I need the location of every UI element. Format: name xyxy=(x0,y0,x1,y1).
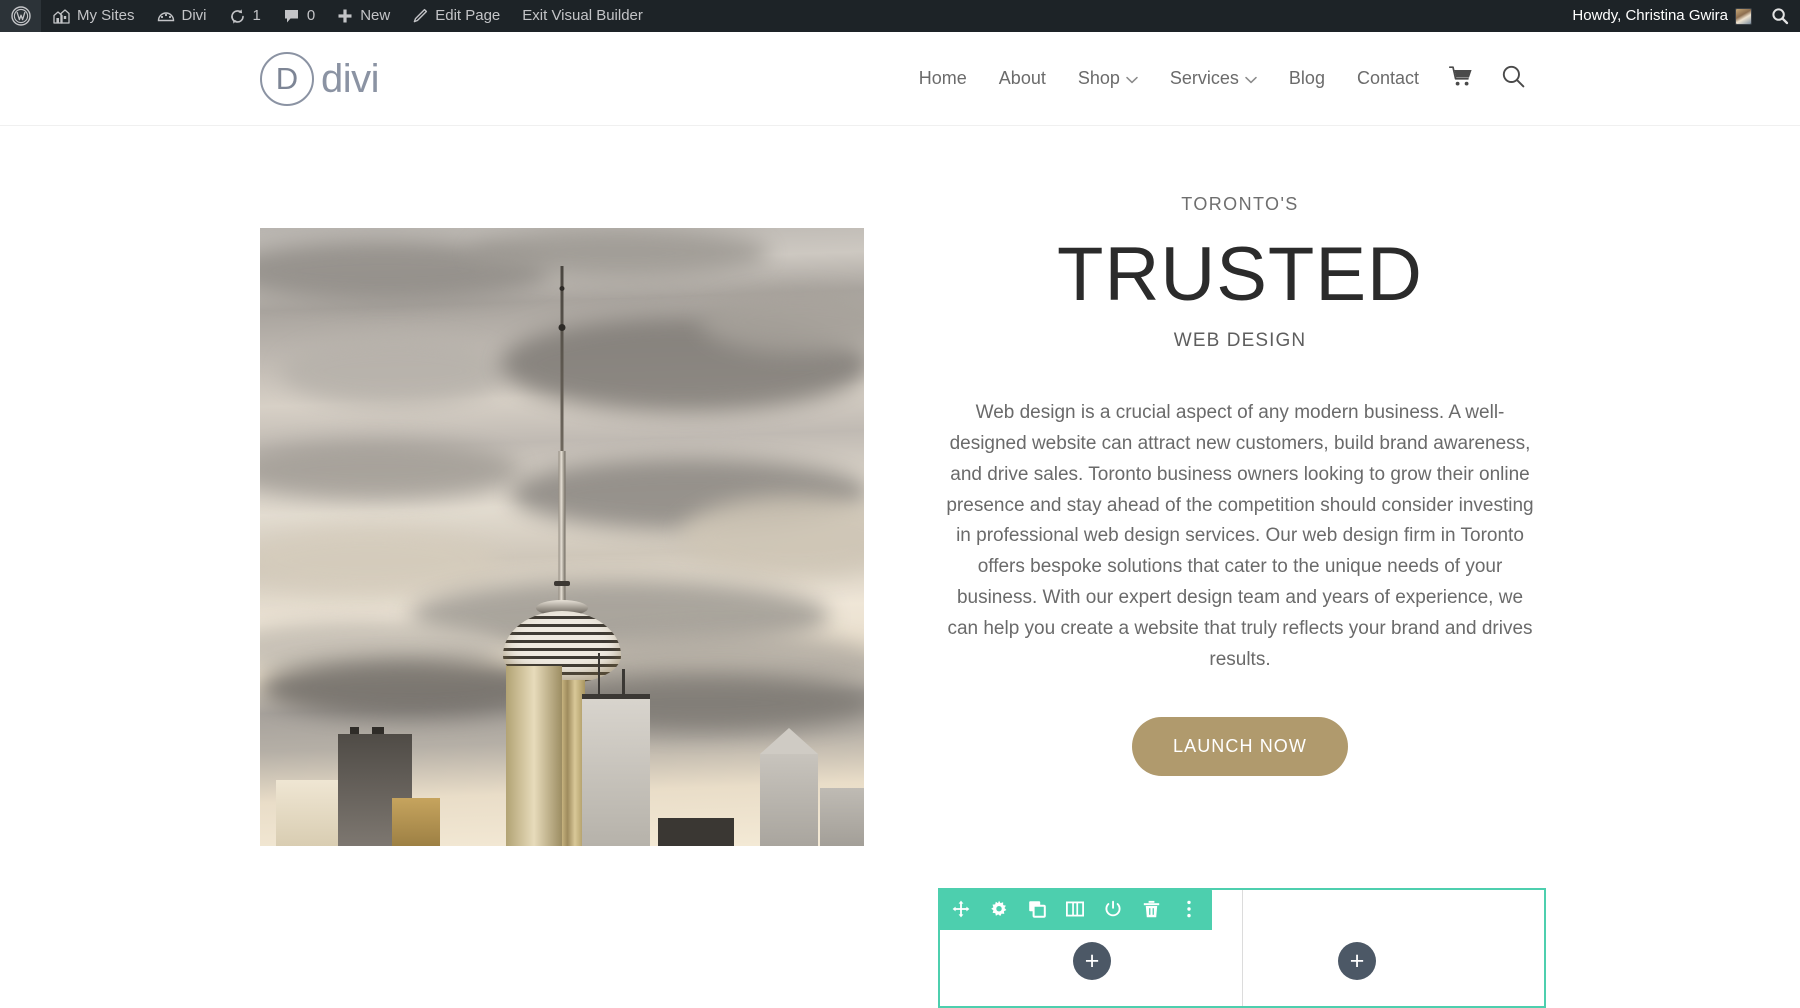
header-search-button[interactable] xyxy=(1487,64,1540,94)
divi-row-toolbar xyxy=(938,888,1212,930)
hero-text-column: TORONTO'S TRUSTED WEB DESIGN Web design … xyxy=(940,194,1540,777)
building xyxy=(506,666,562,846)
comments-icon xyxy=(283,8,300,24)
hero-image-cn-tower xyxy=(260,228,864,846)
admin-bar-right-group: Howdy, Christina Gwira xyxy=(1561,0,1800,32)
admin-bar-new-label: New xyxy=(360,7,391,24)
spire-knob xyxy=(558,324,566,331)
admin-bar-wordpress-logo[interactable] xyxy=(0,0,41,32)
cloud xyxy=(470,228,770,278)
comments-count: 0 xyxy=(306,7,316,24)
nav-item-about[interactable]: About xyxy=(983,68,1062,89)
updates-count: 1 xyxy=(252,7,261,24)
duplicate-row-button[interactable] xyxy=(1027,899,1047,919)
duplicate-icon xyxy=(1028,900,1046,918)
site-logo[interactable]: D divi xyxy=(260,51,380,106)
wordpress-logo-icon xyxy=(11,6,31,26)
nav-label: Home xyxy=(918,68,967,88)
shopping-cart-icon xyxy=(1448,65,1473,92)
chevron-down-icon xyxy=(1245,68,1257,89)
tower-spire xyxy=(560,266,564,451)
nav-label: About xyxy=(998,68,1046,88)
nav-item-shop[interactable]: Shop xyxy=(1062,68,1154,89)
plus-icon xyxy=(337,8,353,24)
move-icon xyxy=(952,900,970,918)
kebab-menu-icon xyxy=(1186,900,1192,918)
search-icon xyxy=(1501,64,1526,94)
admin-bar-comments[interactable]: 0 xyxy=(272,0,326,32)
building xyxy=(392,798,440,846)
admin-bar-updates[interactable]: 1 xyxy=(218,0,272,32)
hero-eyebrow: TORONTO'S xyxy=(1181,194,1299,214)
admin-bar-my-account[interactable]: Howdy, Christina Gwira xyxy=(1561,0,1760,32)
my-sites-icon xyxy=(52,8,70,24)
nav-item-home[interactable]: Home xyxy=(903,68,983,89)
admin-bar-divi-label: Divi xyxy=(181,7,207,24)
avatar xyxy=(1735,7,1752,25)
logo-wordmark: divi xyxy=(321,56,380,101)
cloud xyxy=(280,336,510,406)
divi-dashboard-icon xyxy=(157,8,175,24)
tower-band xyxy=(554,581,570,586)
column-structure-button[interactable] xyxy=(1065,899,1085,919)
move-row-button[interactable] xyxy=(951,899,971,919)
nav-item-services[interactable]: Services xyxy=(1154,68,1273,89)
building xyxy=(658,818,734,846)
disable-row-button[interactable] xyxy=(1103,899,1123,919)
exit-visual-builder-label: Exit Visual Builder xyxy=(522,7,643,24)
building xyxy=(582,653,650,846)
admin-bar-edit-page-label: Edit Page xyxy=(435,7,501,24)
nav-label: Contact xyxy=(1356,68,1419,88)
howdy-label: Howdy, Christina Gwira xyxy=(1572,7,1728,24)
building xyxy=(820,788,864,846)
hero-paragraph: Web design is a crucial aspect of any mo… xyxy=(946,402,1534,670)
columns-icon xyxy=(1066,901,1084,917)
wp-admin-bar: My Sites Divi 1 0 New Edit Page Exit Vis… xyxy=(0,0,1800,32)
gear-icon xyxy=(990,900,1008,918)
admin-bar-left-group: My Sites Divi 1 0 New Edit Page Exit Vis… xyxy=(0,0,654,32)
search-icon xyxy=(1771,7,1789,25)
spire-knob xyxy=(559,286,565,291)
add-module-button-right[interactable]: + xyxy=(1338,942,1376,980)
building xyxy=(760,728,818,846)
nav-item-blog[interactable]: Blog xyxy=(1273,68,1341,89)
more-options-button[interactable] xyxy=(1179,899,1199,919)
delete-row-button[interactable] xyxy=(1141,899,1161,919)
main-navigation: Home About Shop Services Blog Contact xyxy=(903,64,1540,94)
chevron-down-icon xyxy=(1126,68,1138,89)
row-settings-button[interactable] xyxy=(989,899,1009,919)
admin-bar-divi[interactable]: Divi xyxy=(146,0,218,32)
power-icon xyxy=(1104,900,1122,918)
add-module-button-left[interactable]: + xyxy=(1073,942,1111,980)
trash-icon xyxy=(1143,900,1160,918)
add-module-label: + xyxy=(1084,946,1100,975)
page-title: TRUSTED xyxy=(1057,232,1423,317)
admin-bar-my-sites-label: My Sites xyxy=(77,7,135,24)
updates-icon xyxy=(229,8,246,25)
nav-label: Blog xyxy=(1288,68,1325,88)
hero-section: TORONTO'S TRUSTED WEB DESIGN Web design … xyxy=(0,126,1800,1008)
admin-bar-search[interactable] xyxy=(1760,0,1800,32)
cart-button[interactable] xyxy=(1435,65,1487,92)
nav-item-contact[interactable]: Contact xyxy=(1341,68,1435,89)
column-divider xyxy=(1242,890,1243,1006)
divi-builder-row[interactable]: + + xyxy=(938,888,1546,1008)
tower-upper-shaft xyxy=(558,451,566,611)
admin-bar-edit-page[interactable]: Edit Page xyxy=(401,0,511,32)
launch-now-button[interactable]: LAUNCH NOW xyxy=(1131,717,1348,777)
admin-bar-exit-visual-builder[interactable]: Exit Visual Builder xyxy=(511,0,654,32)
pencil-icon xyxy=(412,8,428,24)
add-module-label: + xyxy=(1349,946,1365,975)
nav-label: Services xyxy=(1169,68,1239,88)
admin-bar-new[interactable]: New xyxy=(326,0,401,32)
site-header: D divi Home About Shop Services Blog Con… xyxy=(0,32,1800,126)
admin-bar-my-sites[interactable]: My Sites xyxy=(41,0,146,32)
hero-subhead: WEB DESIGN xyxy=(1173,330,1307,352)
hero-cta-wrapper: LAUNCH NOW xyxy=(940,717,1540,777)
nav-label: Shop xyxy=(1077,68,1120,88)
logo-mark: D xyxy=(260,51,314,106)
